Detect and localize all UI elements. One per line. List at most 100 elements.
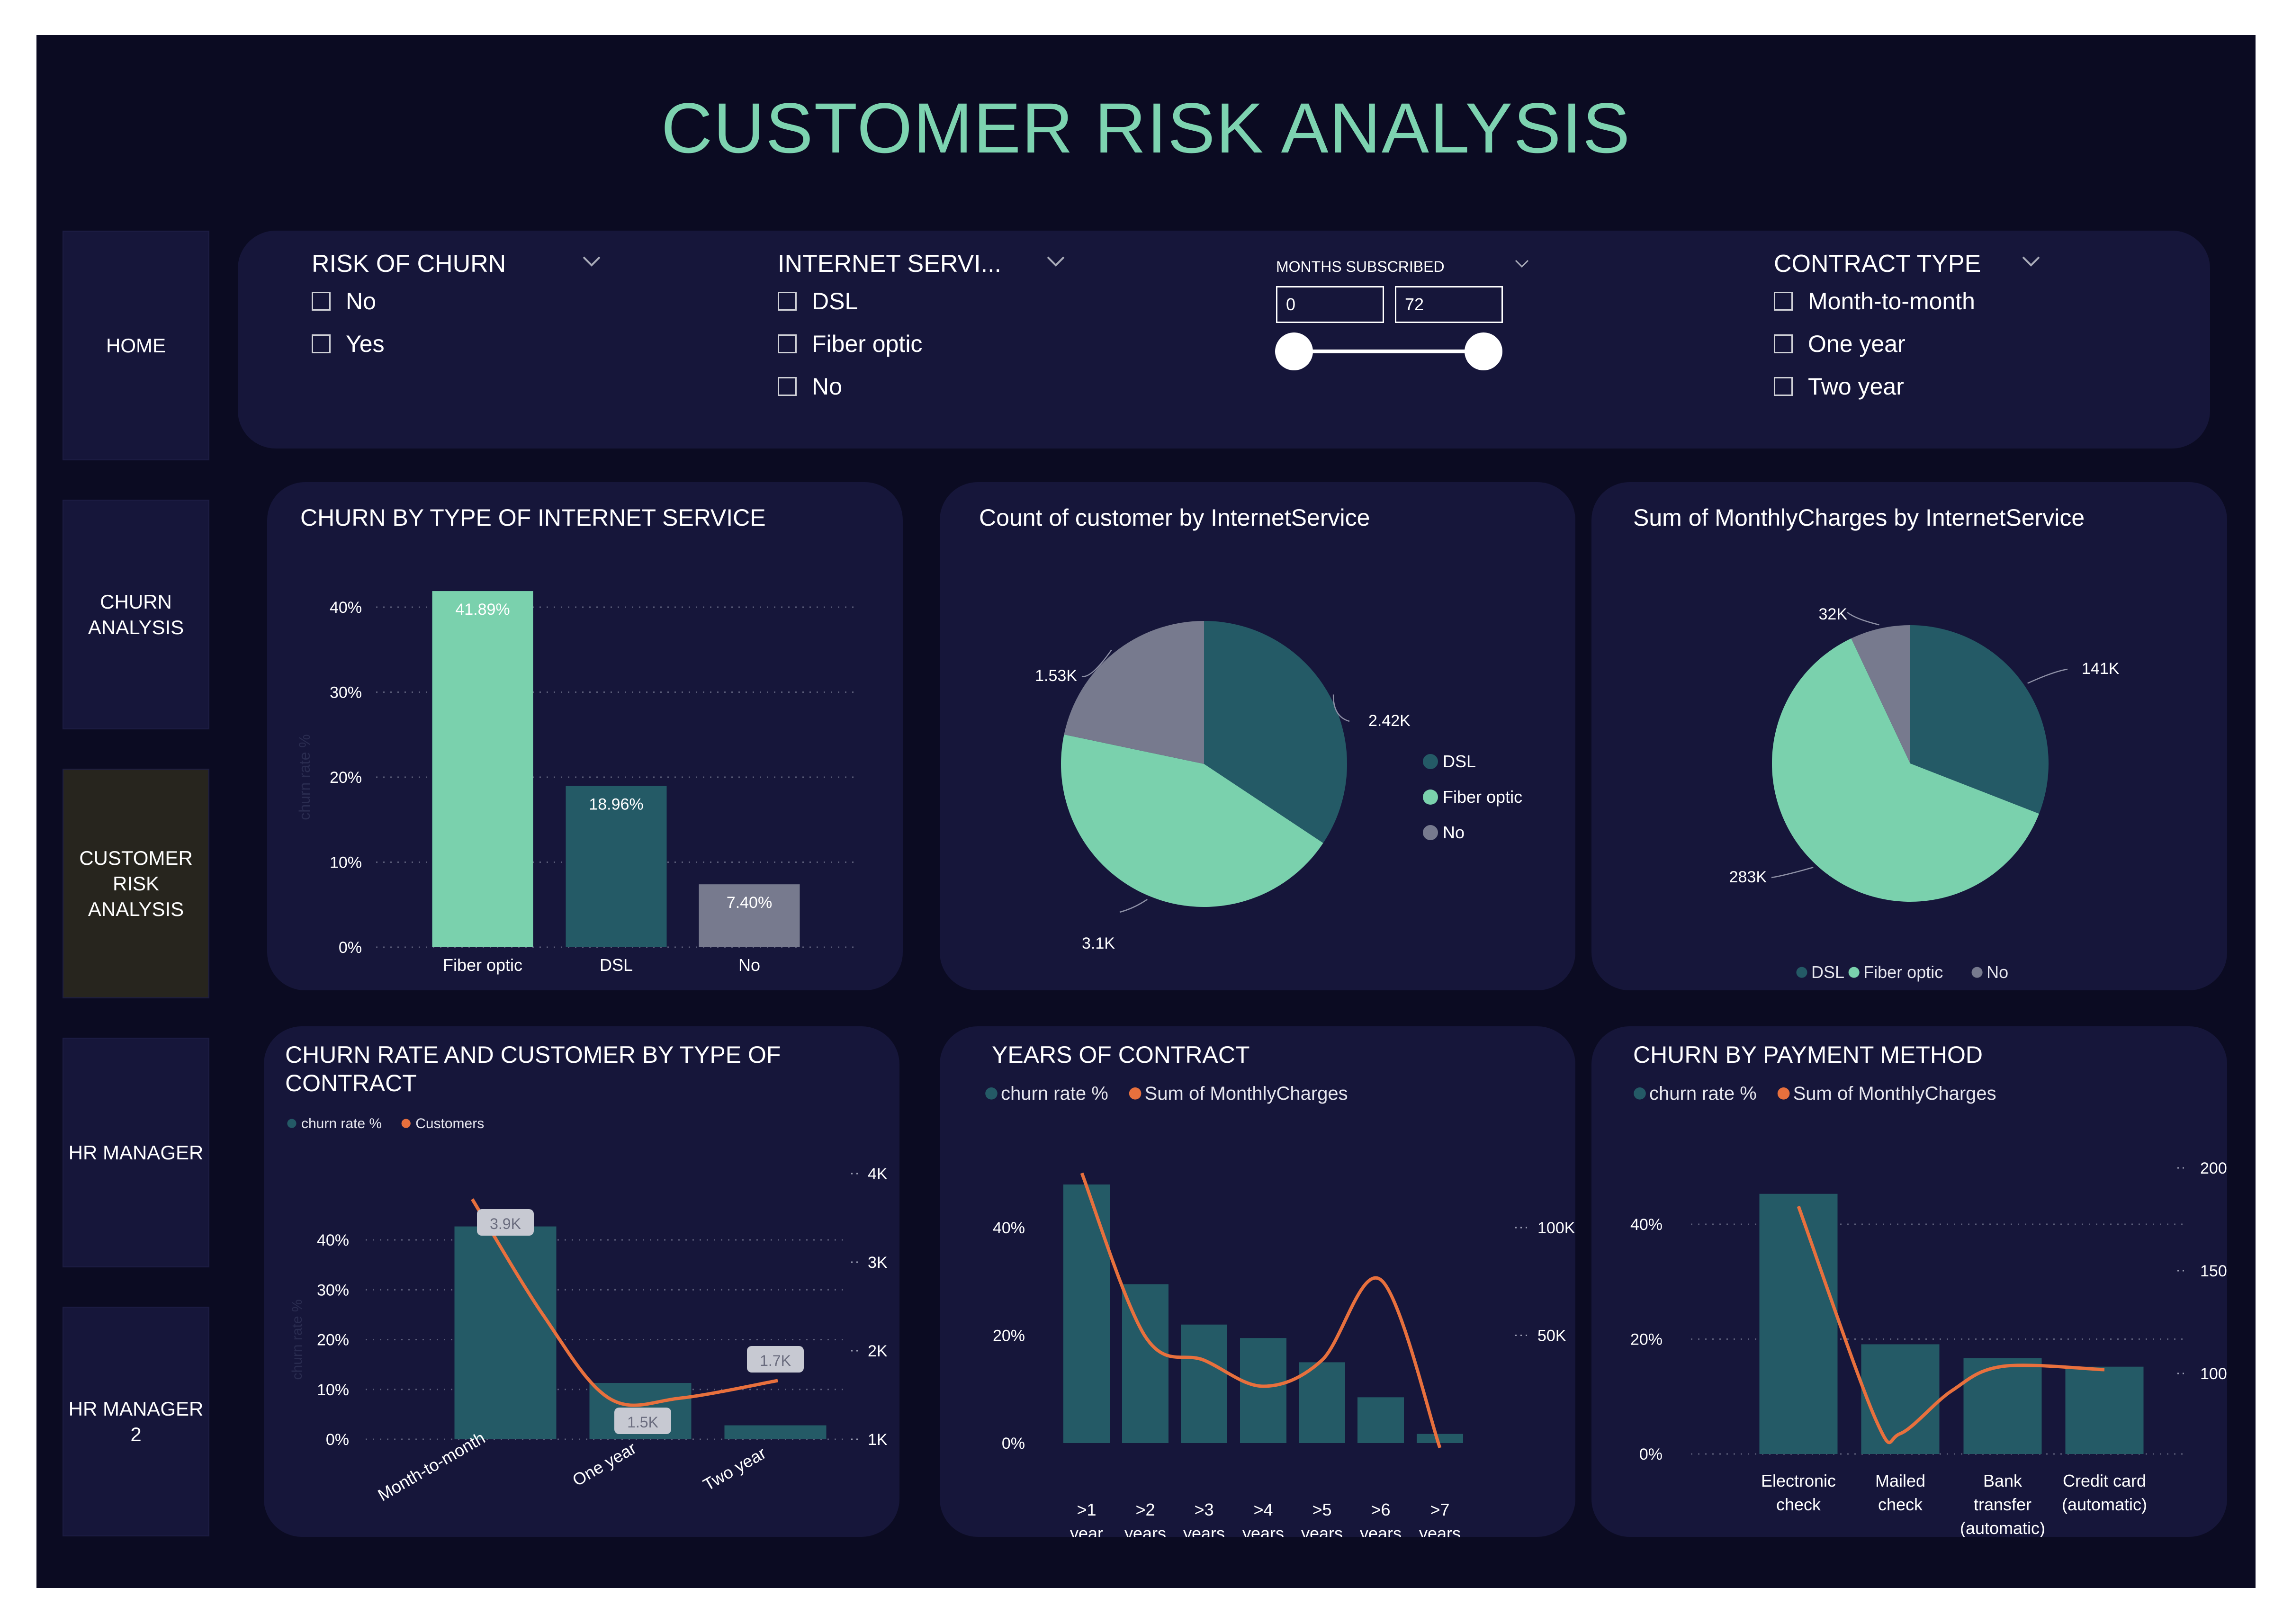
legend-marker (1777, 1087, 1790, 1100)
data-label: 141K (2082, 660, 2120, 678)
y-tick-label: 20% (330, 769, 362, 787)
months-max-input[interactable]: 72 (1395, 286, 1503, 323)
series-line (1797, 1205, 2105, 1445)
bar (1963, 1358, 2042, 1454)
legend-marker (1971, 967, 1983, 978)
nav-home[interactable]: HOME (63, 231, 209, 460)
data-label: 2.42K (1368, 712, 1411, 730)
x-tick-label: >4 years (1242, 1500, 1284, 1537)
contract-filter-title: CONTRACT TYPE (1774, 250, 1981, 278)
x-tick-label: Month-to-month (374, 1428, 488, 1505)
churn-internet-chart: 0% 10% 20% 30% 40% churn rate % 41.89% Fiber op… (296, 591, 854, 975)
x-tick-label: Bank transfer (automatic) (1960, 1471, 2045, 1537)
x-tick-label: >2 years (1124, 1500, 1166, 1537)
sum-internet-pie: 141K 283K 32K DSL Fiber optic No (1729, 605, 2120, 982)
contract-option-two-year[interactable]: Two year (1774, 373, 1904, 400)
checkbox[interactable] (1774, 292, 1793, 311)
y-tick-label: 20% (993, 1327, 1025, 1345)
y-tick-label: 40% (330, 599, 362, 617)
x-tick-label: Two year (700, 1443, 769, 1495)
legend-marker (287, 1119, 297, 1128)
nav-hr-manager[interactable]: HR MANAGER (63, 1038, 209, 1267)
option-label: Yes (346, 331, 385, 357)
bar (724, 1425, 827, 1439)
months-min-input[interactable]: 0 (1276, 286, 1384, 323)
legend-marker (1423, 790, 1438, 805)
checkbox[interactable] (1774, 377, 1793, 396)
legend-label: churn rate % (1001, 1083, 1108, 1104)
contract-option-one-year[interactable]: One year (1774, 330, 1906, 358)
x-tick-label: >3 years (1183, 1500, 1225, 1537)
legend-label: Fiber optic (1863, 962, 1943, 982)
contract-option-mtm[interactable]: Month-to-month (1774, 287, 1975, 315)
months-slider[interactable] (1273, 328, 1505, 375)
slider-handle-max[interactable] (1465, 332, 1502, 370)
legend-label: churn rate % (1649, 1083, 1757, 1104)
checkbox[interactable] (778, 292, 797, 311)
legend-marker (985, 1087, 998, 1100)
y-tick-label: 0% (339, 939, 362, 957)
internet-option-fiber[interactable]: Fiber optic (778, 330, 922, 358)
x-tick-label: Fiber optic (443, 955, 522, 975)
legend-marker (401, 1119, 411, 1128)
nav-customer-risk-analysis[interactable]: CUSTOMER RISK ANALYSIS (63, 769, 209, 998)
checkbox[interactable] (312, 292, 331, 311)
data-label: 1.5K (627, 1414, 658, 1431)
data-label: 283K (1729, 868, 1767, 886)
y-tick-label: 10% (330, 854, 362, 872)
bar (1861, 1344, 1940, 1454)
card-churn-contract: CHURN RATE AND CUSTOMER BY TYPE OF CONTR… (264, 1026, 899, 1537)
risk-option-yes[interactable]: Yes (312, 330, 385, 358)
option-label: DSL (812, 288, 858, 314)
years-contract-chart: churn rate % Sum of MonthlyCharges 0% 20% 40… (985, 1083, 1575, 1537)
card-years-contract: YEARS OF CONTRACT churn rate % Sum of Mon… (940, 1026, 1575, 1537)
bar (2065, 1366, 2144, 1454)
bar (1417, 1434, 1463, 1443)
x-tick-label: Electronic check (1761, 1471, 1836, 1514)
chevron-down-icon[interactable] (1514, 259, 1529, 269)
option-label: One year (1808, 331, 1906, 357)
months-filter-title: MONTHS SUBSCRIBED (1276, 258, 1445, 275)
internet-option-no[interactable]: No (778, 373, 842, 400)
x-tick-label: Mailed check (1875, 1471, 1925, 1514)
x-tick-label: Credit card (automatic) (2062, 1471, 2147, 1514)
data-label: 18.96% (589, 796, 643, 814)
y-tick-label: 20% (1630, 1331, 1663, 1349)
bar (1122, 1284, 1168, 1443)
checkbox[interactable] (312, 334, 331, 353)
y-tick-label: 20% (317, 1331, 349, 1349)
x-tick-label: >6 years (1360, 1500, 1402, 1537)
option-label: No (346, 288, 376, 314)
y2-tick-label: 2K (868, 1342, 888, 1360)
legend-marker (1423, 754, 1438, 769)
y-axis-label: churn rate % (296, 734, 313, 820)
nav-hr-manager-2[interactable]: HR MANAGER 2 (63, 1307, 209, 1536)
slider-handle-min[interactable] (1275, 332, 1313, 370)
option-label: Fiber optic (812, 331, 923, 357)
legend-label: No (1443, 823, 1465, 842)
data-label: 1.7K (760, 1352, 791, 1369)
y2-tick-label: 100K (1537, 1219, 1575, 1237)
risk-option-no[interactable]: No (312, 287, 376, 315)
nav-churn-analysis[interactable]: CHURN ANALYSIS (63, 500, 209, 729)
chevron-down-icon[interactable] (2022, 255, 2040, 268)
legend-marker (1848, 967, 1860, 978)
y-tick-label: 40% (1630, 1216, 1663, 1234)
card-count-internet: Count of customer by InternetService 2.4… (940, 482, 1575, 990)
y-tick-label: 0% (1639, 1445, 1663, 1463)
legend-marker (1796, 967, 1807, 978)
y-axis-label: churn rate % (289, 1299, 305, 1380)
legend-label: churn rate % (301, 1116, 382, 1131)
checkbox[interactable] (778, 377, 797, 396)
x-tick-label: >7 years (1419, 1500, 1461, 1537)
checkbox[interactable] (778, 334, 797, 353)
checkbox[interactable] (1774, 334, 1793, 353)
legend-label: DSL (1443, 752, 1476, 771)
chevron-down-icon[interactable] (1046, 255, 1065, 268)
legend-label: Sum of MonthlyCharges (1793, 1083, 1996, 1104)
legend-label: Customers (415, 1116, 484, 1131)
risk-filter-title: RISK OF CHURN (312, 250, 506, 278)
chevron-down-icon[interactable] (582, 255, 601, 268)
bar (1063, 1184, 1110, 1443)
internet-option-dsl[interactable]: DSL (778, 287, 858, 315)
